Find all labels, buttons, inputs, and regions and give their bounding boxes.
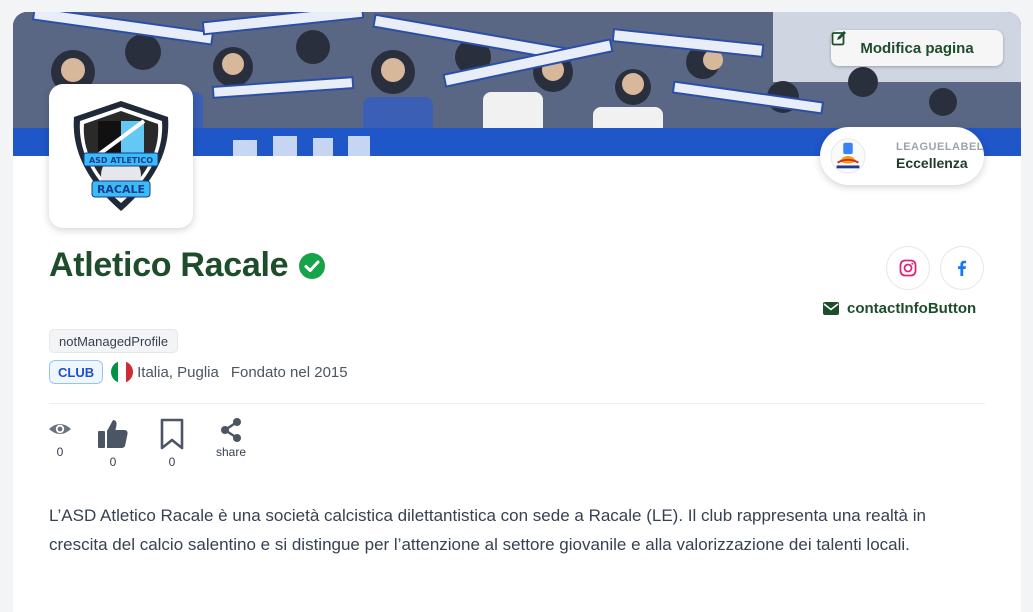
edit-page-button[interactable]: Modifica pagina — [831, 30, 1003, 66]
club-type-badge: CLUB — [49, 360, 104, 384]
check-circle-icon — [299, 252, 326, 279]
club-crest: ASD ATLETICO RACALE — [73, 101, 169, 211]
divider — [49, 403, 985, 404]
club-logo: ASD ATLETICO RACALE — [49, 84, 193, 228]
managed-status-tag: notManagedProfile — [49, 329, 179, 353]
instagram-icon — [899, 259, 917, 277]
views-stat[interactable]: 0 — [38, 417, 82, 459]
club-description: L’ASD Atletico Racale è una società calc… — [49, 506, 926, 554]
envelope-icon — [823, 302, 839, 315]
like-button[interactable]: 0 — [91, 417, 135, 469]
edit-icon — [831, 31, 846, 46]
crest-text-bottom: RACALE — [97, 183, 145, 196]
bookmark-icon — [160, 418, 184, 450]
contact-info-label: contactInfoButton — [847, 300, 977, 317]
league-label: LEAGUELABEL — [896, 141, 984, 153]
views-count: 0 — [56, 445, 64, 459]
facebook-button[interactable] — [940, 246, 984, 290]
profile-card: Modifica pagina LEAGUELABEL Eccellenza A… — [13, 12, 1021, 612]
save-button[interactable]: 0 — [150, 417, 194, 469]
saves-count: 0 — [168, 455, 176, 469]
league-name: Eccellenza — [896, 155, 968, 171]
page-title: Atletico Racale — [49, 246, 289, 284]
title-row: Atletico Racale — [49, 246, 326, 285]
thumbs-up-icon — [98, 420, 128, 448]
contact-info-button[interactable]: contactInfoButton — [823, 300, 976, 317]
likes-count: 0 — [109, 455, 117, 469]
edit-page-label: Modifica pagina — [860, 39, 974, 57]
league-chip[interactable]: LEAGUELABEL Eccellenza — [820, 127, 984, 185]
instagram-button[interactable] — [886, 246, 930, 290]
facebook-icon — [958, 260, 967, 276]
crest-text-top: ASD ATLETICO — [89, 156, 153, 165]
share-icon — [221, 418, 241, 442]
league-logo — [830, 137, 866, 175]
italy-flag-icon — [111, 361, 134, 383]
founded-text: Fondato nel 2015 — [230, 363, 348, 381]
league-logo-image — [830, 138, 866, 174]
eye-icon — [49, 424, 71, 434]
share-button[interactable]: share — [209, 417, 253, 459]
share-label: share — [215, 445, 247, 459]
location-text: Italia, Puglia — [137, 363, 219, 381]
meta-row: CLUB Italia, Puglia Fondato nel 2015 — [49, 360, 348, 384]
